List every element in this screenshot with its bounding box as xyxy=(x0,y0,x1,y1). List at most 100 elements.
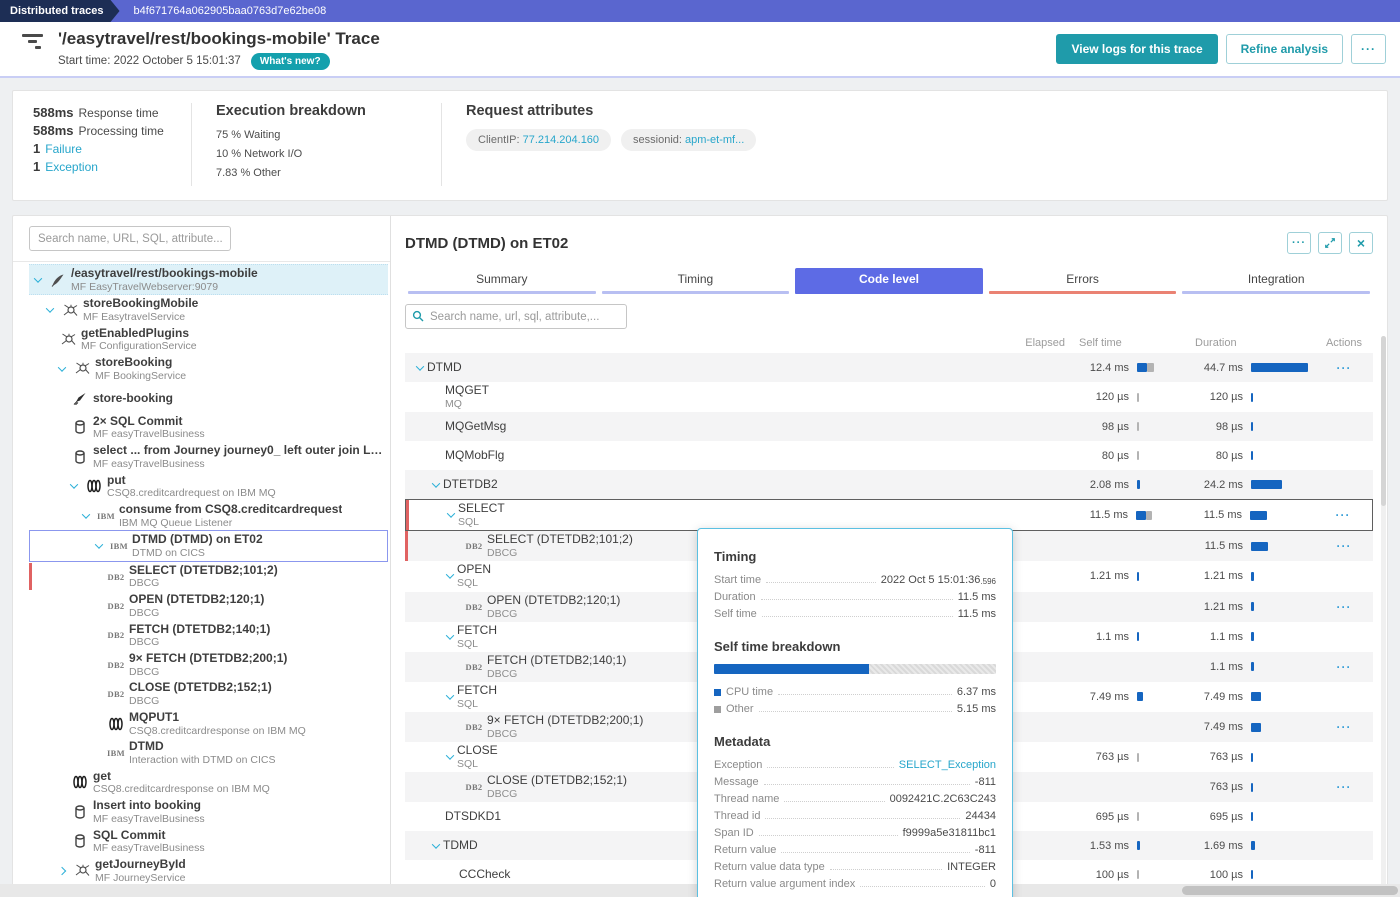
metric-label[interactable]: Response time xyxy=(78,106,158,120)
detail-tab[interactable]: Errors xyxy=(989,268,1177,294)
tree-item-subtitle: DBCG xyxy=(129,607,264,620)
tree-item[interactable]: store-booking xyxy=(29,384,388,413)
span-search-input[interactable] xyxy=(405,304,627,329)
chevron-icon[interactable] xyxy=(429,482,443,488)
row-actions-button[interactable] xyxy=(1337,361,1352,375)
tree-item[interactable]: get CSQ8.creditcardresponse on IBM MQ xyxy=(29,768,388,797)
row-actions-button[interactable] xyxy=(1337,660,1352,674)
view-logs-button[interactable]: View logs for this trace xyxy=(1056,34,1217,64)
table-row[interactable]: DTETDB2 2.08 ms 24.2 ms xyxy=(405,470,1373,499)
chevron-icon[interactable] xyxy=(429,843,443,849)
row-actions-button[interactable] xyxy=(1337,780,1352,794)
execution-breakdown-label: 75 % Waiting xyxy=(216,129,334,141)
table-row[interactable]: DTMD 12.4 ms 44.7 ms xyxy=(405,353,1373,382)
tree-item-title: 9× FETCH (DTETDB2;200;1) xyxy=(129,651,287,666)
detail-tab[interactable]: Timing xyxy=(602,268,790,294)
chevron-icon[interactable] xyxy=(43,307,57,313)
tree-item[interactable]: SELECT (DTETDB2;101;2) DBCG xyxy=(29,562,388,591)
duration-bar xyxy=(1251,393,1253,402)
tree-item[interactable]: CLOSE (DTETDB2;152;1) DBCG xyxy=(29,679,388,708)
tree-item-title: MQPUT1 xyxy=(129,710,306,725)
more-actions-button[interactable] xyxy=(1351,34,1386,64)
tree-item[interactable]: select ... from Journey journey0_ left o… xyxy=(29,442,388,471)
duration-bar xyxy=(1251,783,1253,792)
table-row[interactable]: MQMobFlg 80 µs 80 µs xyxy=(405,441,1373,470)
chevron-icon[interactable] xyxy=(67,483,81,489)
tree-item-title: FETCH (DTETDB2;140;1) xyxy=(129,622,270,637)
chevron-icon[interactable] xyxy=(413,365,427,371)
chevron-icon[interactable] xyxy=(444,512,458,518)
metric-label[interactable]: Failure xyxy=(45,142,82,156)
panel-expand-button[interactable] xyxy=(1318,232,1342,254)
tree-item[interactable]: DTMD (DTMD) on ET02 DTMD on CICS xyxy=(29,530,388,561)
refine-analysis-button[interactable]: Refine analysis xyxy=(1226,34,1343,64)
panel-close-button[interactable] xyxy=(1349,232,1373,254)
scrollbar-thumb[interactable] xyxy=(1182,886,1398,895)
tree-item-subtitle: DTMD on CICS xyxy=(132,547,263,560)
breadcrumb-distributed-traces[interactable]: Distributed traces xyxy=(0,0,120,22)
table-row[interactable]: MQGET MQ 120 µs 120 µs xyxy=(405,382,1373,412)
detail-tab[interactable]: Integration xyxy=(1182,268,1370,294)
row-actions-button[interactable] xyxy=(1337,600,1352,614)
duration-bar xyxy=(1251,662,1254,671)
tree-item[interactable]: OPEN (DTETDB2;120;1) DBCG xyxy=(29,591,388,620)
metric-label[interactable]: Exception xyxy=(45,160,98,174)
request-attribute-pill[interactable]: ClientIP:77.214.204.160 xyxy=(466,129,611,151)
chevron-icon[interactable] xyxy=(79,513,93,519)
tree-item-subtitle: CSQ8.creditcardrequest on IBM MQ xyxy=(107,487,276,500)
panel-more-button[interactable] xyxy=(1287,232,1311,254)
column-self-time[interactable]: Self time xyxy=(1065,337,1179,349)
duration-bar xyxy=(1251,692,1261,701)
tree-item[interactable]: Insert into booking MF easyTravelBusines… xyxy=(29,797,388,826)
column-elapsed[interactable]: Elapsed xyxy=(1007,337,1065,349)
tree-item[interactable]: /easytravel/rest/bookings-mobile MF Easy… xyxy=(29,264,388,295)
chevron-icon[interactable] xyxy=(31,277,45,283)
chevron-icon[interactable] xyxy=(55,366,69,372)
tree-item[interactable]: 2× SQL Commit MF easyTravelBusiness xyxy=(29,413,388,442)
service-icon xyxy=(69,864,95,877)
tree-item-title: 2× SQL Commit xyxy=(93,414,205,429)
column-duration[interactable]: Duration xyxy=(1179,337,1315,349)
tree-item[interactable]: storeBookingMobile MF EasytravelService xyxy=(29,295,388,324)
chevron-icon[interactable] xyxy=(443,634,457,640)
tree-item[interactable]: SQL Commit MF easyTravelBusiness xyxy=(29,827,388,856)
database-icon xyxy=(67,834,93,848)
row-actions-button[interactable] xyxy=(1336,508,1351,522)
tree-search-input[interactable] xyxy=(29,226,231,251)
tree-item[interactable]: consume from CSQ8.creditcardrequest IBM … xyxy=(29,501,388,530)
tree-item[interactable]: MQPUT1 CSQ8.creditcardresponse on IBM MQ xyxy=(29,709,388,738)
duration-value: 120 µs xyxy=(1179,391,1243,403)
tooltip-breakdown-title: Self time breakdown xyxy=(714,639,996,654)
tree-item[interactable]: DTMD Interaction with DTMD on CICS xyxy=(29,738,388,767)
table-row[interactable]: MQGetMsg 98 µs 98 µs xyxy=(405,412,1373,441)
chevron-icon[interactable] xyxy=(443,694,457,700)
chevron-icon[interactable] xyxy=(92,543,106,549)
tree-item[interactable]: getJourneyById MF JourneyService xyxy=(29,856,388,885)
whats-new-badge[interactable]: What's new? xyxy=(251,53,330,70)
chevron-icon[interactable] xyxy=(443,754,457,760)
duration-bar xyxy=(1251,841,1255,850)
table-row[interactable]: SELECT SQL 11.5 ms 11.5 ms xyxy=(405,499,1373,531)
breadcrumb-trace-id[interactable]: b4f671764a062905baa0763d7e62be08 xyxy=(134,0,327,22)
duration-value: 11.5 ms xyxy=(1179,540,1243,552)
row-actions-button[interactable] xyxy=(1337,720,1352,734)
vertical-scrollbar[interactable] xyxy=(1381,336,1386,890)
page-header: '/easytravel/rest/bookings-mobile' Trace… xyxy=(0,22,1400,78)
metric-label[interactable]: Processing time xyxy=(78,124,163,138)
tree-item[interactable]: FETCH (DTETDB2;140;1) DBCG xyxy=(29,621,388,650)
tab-label: Integration xyxy=(1182,268,1370,291)
request-attribute-pill[interactable]: sessionid:apm-et-mf... xyxy=(621,129,756,151)
tree-item-title: store-booking xyxy=(93,391,173,406)
detail-tab[interactable]: Summary xyxy=(408,268,596,294)
detail-tab[interactable]: Code level xyxy=(795,268,983,294)
tree-item[interactable]: storeBooking MF BookingService xyxy=(29,354,388,383)
tree-item[interactable]: 9× FETCH (DTETDB2;200;1) DBCG xyxy=(29,650,388,679)
tree-item[interactable]: getEnabledPlugins MF ConfigurationServic… xyxy=(29,325,388,354)
chevron-icon[interactable] xyxy=(55,868,69,874)
self-time-value: 80 µs xyxy=(1065,450,1129,462)
row-actions-button[interactable] xyxy=(1337,539,1352,553)
execution-breakdown-bar xyxy=(334,168,343,178)
tree-item[interactable]: put CSQ8.creditcardrequest on IBM MQ xyxy=(29,472,388,501)
chevron-icon[interactable] xyxy=(443,573,457,579)
self-time-value: 120 µs xyxy=(1065,391,1129,403)
